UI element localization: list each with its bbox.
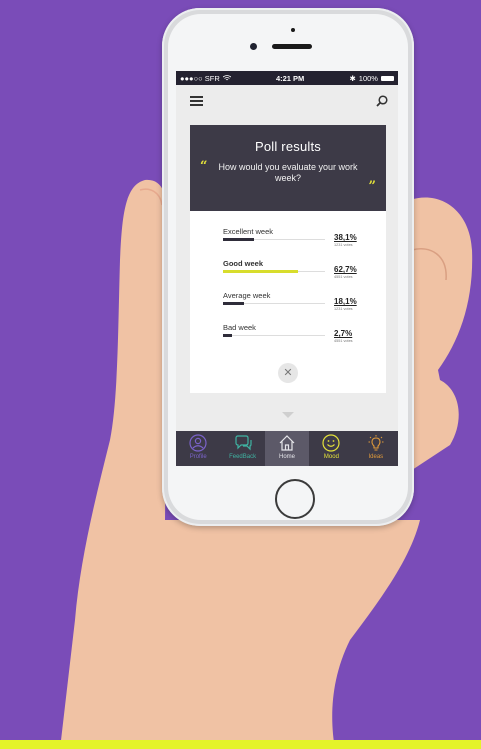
chat-icon bbox=[235, 435, 252, 451]
status-bar: ●●●○○ SFR 4:21 PM ✱ 100% bbox=[176, 71, 398, 85]
poll-result-item: Average week 18,1% 1231 votes bbox=[223, 291, 386, 323]
result-track bbox=[223, 238, 325, 241]
earpiece-speaker bbox=[272, 44, 312, 49]
battery-icon bbox=[380, 75, 394, 81]
bottom-tab-bar: Profile FeedBack Home Mood Ideas bbox=[176, 431, 398, 466]
result-track bbox=[223, 302, 325, 305]
result-percent: 2,7% bbox=[334, 329, 353, 338]
close-icon: ✕ bbox=[283, 366, 293, 379]
home-button[interactable] bbox=[275, 479, 315, 519]
carrier-label: ●●●○○ SFR bbox=[180, 73, 220, 83]
tab-label: Profile bbox=[189, 454, 207, 460]
bluetooth-icon: ✱ bbox=[349, 73, 356, 83]
result-bar bbox=[223, 302, 245, 305]
poll-results-card: Poll results “ How would you evaluate yo… bbox=[190, 125, 386, 393]
tab-feedback[interactable]: FeedBack bbox=[220, 431, 264, 466]
result-votes: 4551 votes bbox=[334, 275, 353, 279]
app-screen: ●●●○○ SFR 4:21 PM ✱ 100% Poll results “ … bbox=[176, 71, 398, 466]
result-percent: 18,1% bbox=[334, 297, 357, 306]
poll-result-item: Bad week 2,7% 4551 votes bbox=[223, 323, 386, 355]
close-button[interactable]: ✕ bbox=[278, 363, 298, 383]
poll-result-item: Excellent week 38,1% 1231 votes bbox=[223, 227, 386, 259]
tab-home[interactable]: Home bbox=[264, 431, 310, 466]
result-bar bbox=[223, 270, 299, 273]
tab-label: Ideas bbox=[368, 454, 384, 460]
tab-ideas[interactable]: Ideas bbox=[354, 431, 398, 466]
result-percent: 38,1% bbox=[334, 233, 357, 242]
result-label: Bad week bbox=[223, 323, 256, 332]
poll-title: Poll results bbox=[255, 139, 321, 154]
result-votes: 4551 votes bbox=[334, 339, 353, 343]
result-track bbox=[223, 270, 325, 273]
result-track bbox=[223, 334, 325, 337]
poll-result-item: Good week 62,7% 4551 votes bbox=[223, 259, 386, 291]
result-percent: 62,7% bbox=[334, 265, 357, 274]
bottom-accent-strip bbox=[0, 740, 481, 749]
battery-percent: 100% bbox=[358, 73, 378, 83]
tab-profile[interactable]: Profile bbox=[176, 431, 220, 466]
wifi-icon bbox=[222, 74, 231, 83]
poll-question: How would you evaluate your work week? bbox=[218, 162, 358, 183]
result-votes: 1231 votes bbox=[334, 243, 353, 247]
close-quote-icon: ” bbox=[368, 179, 376, 194]
result-votes: 1231 votes bbox=[334, 307, 353, 311]
profile-icon bbox=[189, 434, 207, 452]
tab-label: Mood bbox=[323, 454, 339, 460]
hamburger-menu-icon[interactable] bbox=[190, 96, 203, 106]
lightbulb-icon bbox=[368, 435, 384, 451]
result-label: Excellent week bbox=[223, 227, 274, 236]
tab-mood[interactable]: Mood bbox=[309, 431, 353, 466]
tab-label: Home bbox=[279, 454, 296, 460]
app-header bbox=[176, 85, 398, 117]
front-camera-icon bbox=[250, 43, 257, 50]
result-label: Average week bbox=[223, 291, 271, 300]
smiley-icon bbox=[322, 434, 341, 452]
search-icon[interactable] bbox=[376, 95, 388, 107]
tab-label: FeedBack bbox=[229, 454, 257, 460]
chevron-down-icon[interactable] bbox=[282, 412, 294, 418]
result-label: Good week bbox=[223, 259, 264, 268]
status-time: 4:21 PM bbox=[275, 73, 305, 83]
result-bar bbox=[223, 334, 233, 337]
result-bar bbox=[223, 238, 254, 241]
poll-header: Poll results “ How would you evaluate yo… bbox=[190, 125, 386, 211]
proximity-sensor bbox=[291, 28, 295, 32]
home-icon bbox=[279, 435, 295, 451]
open-quote-icon: “ bbox=[200, 159, 208, 174]
poll-results-list: Excellent week 38,1% 1231 votes Good wee… bbox=[190, 211, 386, 355]
